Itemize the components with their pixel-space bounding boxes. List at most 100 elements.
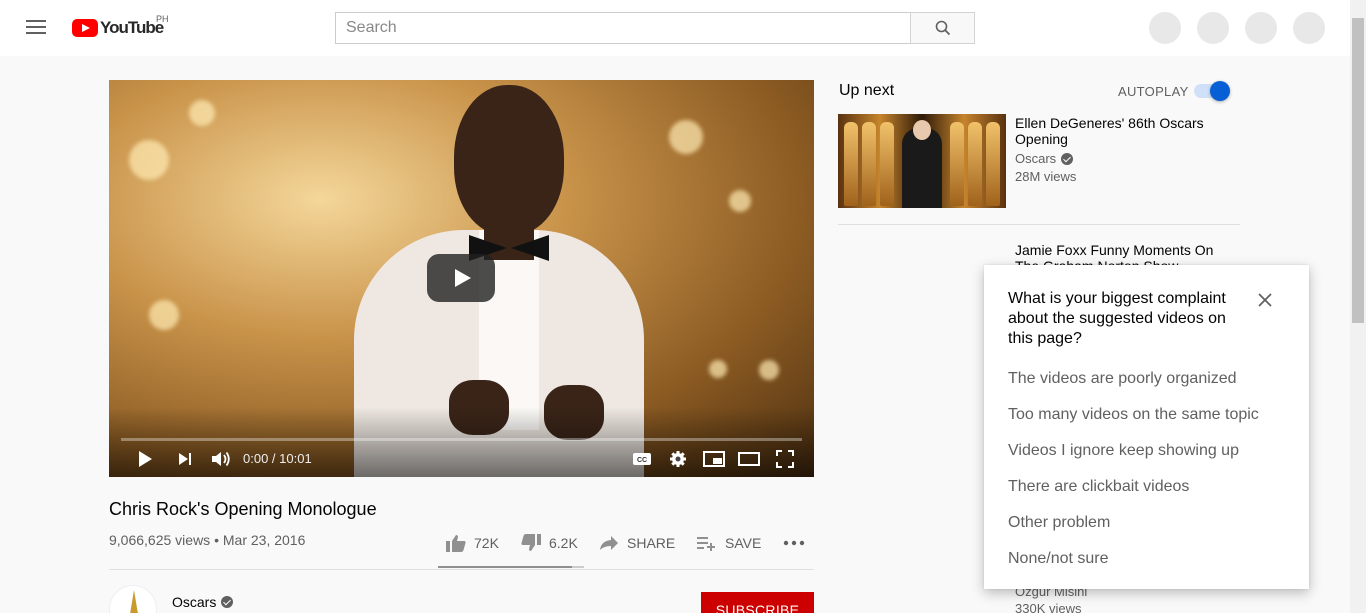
verified-icon <box>221 596 234 608</box>
section-divider <box>109 569 814 570</box>
recommendation-channel: Oscars <box>1015 151 1074 166</box>
sentiment-fill <box>438 566 573 568</box>
next-button[interactable] <box>175 448 195 470</box>
oscar-statue <box>844 122 858 206</box>
dislike-button[interactable]: 6.2K <box>521 533 578 553</box>
time-total: 10:01 <box>279 451 312 466</box>
apps-icon-placeholder[interactable] <box>1197 12 1229 44</box>
survey-question: What is your biggest complaint about the… <box>1008 290 1226 347</box>
settings-button[interactable] <box>667 448 689 470</box>
share-label: SHARE <box>627 535 676 551</box>
survey-option[interactable]: Videos I ignore keep showing up <box>1008 442 1239 460</box>
recommendation-title-line1: Ellen DeGeneres' 86th Oscars <box>1015 115 1204 131</box>
share-icon <box>600 536 618 550</box>
autoplay-label: AUTOPLAY <box>1118 84 1189 99</box>
more-actions-button[interactable] <box>783 533 813 553</box>
volume-icon <box>212 451 230 467</box>
channel-name[interactable]: Oscars <box>172 594 234 610</box>
notifications-icon-placeholder[interactable] <box>1245 12 1277 44</box>
sentiment-bar <box>438 566 584 568</box>
create-icon-placeholder[interactable] <box>1149 12 1181 44</box>
fullscreen-icon <box>776 450 794 468</box>
video-title: Chris Rock's Opening Monologue <box>109 499 377 519</box>
subscribe-button[interactable]: SUBSCRIBE <box>701 592 814 613</box>
svg-text:CC: CC <box>637 457 647 464</box>
scrollbar-thumb[interactable] <box>1352 18 1364 323</box>
search-icon <box>935 20 950 36</box>
miniplayer-icon <box>703 451 725 467</box>
close-icon <box>1258 293 1272 307</box>
account-avatar[interactable] <box>1293 12 1325 44</box>
recommendation-views: 330K views <box>1015 601 1082 613</box>
bokeh-light <box>759 360 779 380</box>
recommendation-title-line2: Opening <box>1015 131 1068 147</box>
page-scrollbar[interactable] <box>1350 0 1366 613</box>
miniplayer-button[interactable] <box>702 448 726 470</box>
presenter-figure <box>902 128 942 208</box>
search-box <box>335 12 911 44</box>
guide-menu-icon[interactable] <box>26 20 46 36</box>
feedback-survey-dialog: What is your biggest complaint about the… <box>984 265 1309 589</box>
country-code: PH <box>156 14 169 24</box>
oscar-statue <box>986 122 1000 206</box>
bokeh-light <box>729 190 751 212</box>
survey-option[interactable]: None/not sure <box>1008 550 1109 568</box>
channel-avatar[interactable] <box>109 585 157 613</box>
logo-text: YouTube <box>100 18 164 37</box>
dislike-count: 6.2K <box>549 535 578 551</box>
close-button[interactable] <box>1256 291 1274 309</box>
youtube-play-icon <box>72 19 98 37</box>
mute-button[interactable] <box>209 448 233 470</box>
recommendation-views: 28M views <box>1015 169 1077 184</box>
fullscreen-button[interactable] <box>773 448 797 470</box>
autoplay-toggle[interactable] <box>1194 81 1230 101</box>
bokeh-light <box>189 100 215 126</box>
like-button[interactable]: 72K <box>446 533 499 553</box>
bokeh-light <box>709 360 727 378</box>
publish-date: Mar 23, 2016 <box>222 532 306 548</box>
masthead: YouTube PH <box>0 0 1350 56</box>
survey-option[interactable]: There are clickbait videos <box>1008 478 1189 496</box>
gear-icon <box>670 451 686 467</box>
bokeh-light <box>149 300 179 330</box>
play-button[interactable] <box>135 448 155 470</box>
video-player[interactable]: 0:00 / 10:01 CC <box>109 80 814 477</box>
thumbs-up-icon <box>446 535 466 552</box>
presenter-head <box>454 85 564 235</box>
captions-button[interactable]: CC <box>631 448 653 470</box>
search-button[interactable] <box>910 12 975 44</box>
channel-name-text: Oscars <box>172 594 217 610</box>
search-input[interactable] <box>336 13 910 43</box>
oscar-statue <box>862 122 876 206</box>
progress-bar[interactable] <box>121 438 802 441</box>
oscar-statuette-icon <box>130 590 138 613</box>
more-horizontal-icon <box>783 540 805 546</box>
play-icon <box>139 451 152 467</box>
recommendation-title-line1: Jamie Foxx Funny Moments On <box>1015 242 1214 258</box>
recommendation-channel-name: Oscars <box>1015 151 1057 166</box>
recommendation-title[interactable]: Ellen DeGeneres' 86th Oscars Opening <box>1015 115 1204 147</box>
time-separator: / <box>268 451 280 466</box>
save-button[interactable]: SAVE <box>697 533 761 553</box>
survey-option[interactable]: The videos are poorly organized <box>1008 370 1237 388</box>
youtube-logo[interactable]: YouTube PH <box>72 14 169 38</box>
oscar-statue <box>950 122 964 206</box>
theater-mode-button[interactable] <box>737 448 761 470</box>
time-display: 0:00 / 10:01 <box>243 451 312 466</box>
video-meta: 9,066,625 views • Mar 23, 2016 <box>109 532 305 548</box>
share-button[interactable]: SHARE <box>599 533 675 553</box>
recommendation-thumbnail[interactable] <box>838 114 1006 208</box>
large-play-button[interactable] <box>427 254 495 302</box>
oscar-statue <box>880 122 894 206</box>
presenter-head <box>913 120 931 140</box>
thumbs-down-icon <box>521 534 541 551</box>
survey-option[interactable]: Other problem <box>1008 514 1110 532</box>
survey-option[interactable]: Too many videos on the same topic <box>1008 406 1259 424</box>
up-next-heading: Up next <box>839 82 895 99</box>
add-to-playlist-icon <box>697 537 715 551</box>
bokeh-light <box>669 120 703 154</box>
meta-separator: • <box>210 532 223 548</box>
view-count: 9,066,625 views <box>109 532 211 548</box>
time-current: 0:00 <box>243 451 269 466</box>
bokeh-light <box>129 140 169 180</box>
